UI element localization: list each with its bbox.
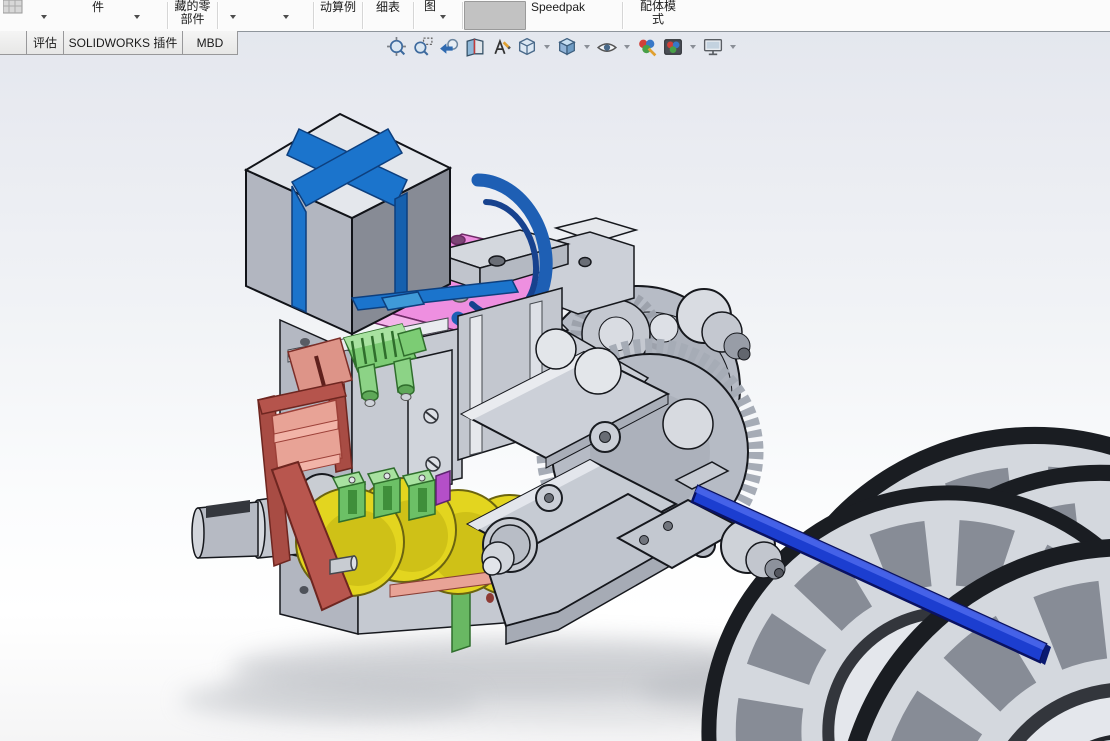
ribbon-dropdown-5[interactable]: [440, 15, 446, 19]
ribbon-dropdown-3[interactable]: [230, 15, 236, 19]
insert-components-button[interactable]: 件: [80, 1, 116, 14]
ribbon-separator: [217, 2, 219, 29]
exploded-view-button[interactable]: 图: [418, 0, 442, 13]
assembly-model[interactable]: [0, 31, 1110, 741]
command-manager-tabs: 评估 SOLIDWORKS 插件 MBD: [0, 31, 238, 55]
viewport-3d[interactable]: [0, 31, 1110, 741]
dropdown-caret-icon[interactable]: [584, 45, 590, 49]
apply-scene-icon[interactable]: [662, 36, 684, 58]
ribbon-dropdown-4[interactable]: [283, 15, 289, 19]
hide-show-items-icon[interactable]: [596, 36, 618, 58]
tab-partial[interactable]: [0, 31, 27, 55]
ribbon-dropdown-2[interactable]: [134, 15, 140, 19]
ribbon-separator: [413, 2, 415, 29]
tab-solidworks-addins[interactable]: SOLIDWORKS 插件: [63, 31, 183, 55]
view-orientation-icon[interactable]: [516, 36, 538, 58]
green-clamps[interactable]: [331, 467, 437, 523]
purple-spacer[interactable]: [435, 469, 451, 507]
active-ribbon-button[interactable]: [464, 1, 526, 30]
bom-button[interactable]: 细表: [364, 1, 412, 14]
command-manager-ribbon: 件 藏的零 部件 动算例 细表 图 Speedpak 配体模式: [0, 0, 1110, 32]
view-settings-icon[interactable]: [702, 36, 724, 58]
ribbon-separator: [622, 2, 624, 29]
zoom-to-fit-icon[interactable]: [386, 36, 408, 58]
dropdown-caret-icon[interactable]: [730, 45, 736, 49]
tab-mbd[interactable]: MBD: [182, 31, 238, 55]
motion-table-icon[interactable]: [3, 0, 23, 14]
dynamic-annotation-views-icon[interactable]: [490, 36, 512, 58]
section-view-icon[interactable]: [464, 36, 486, 58]
edit-appearance-icon[interactable]: [636, 36, 658, 58]
large-assembly-mode-button[interactable]: 配体模式: [630, 0, 686, 26]
red-plug: [486, 593, 494, 603]
tab-evaluate[interactable]: 评估: [26, 31, 64, 55]
speedpak-button[interactable]: Speedpak: [528, 1, 588, 14]
show-hidden-components-button[interactable]: 藏的零 部件: [168, 0, 217, 26]
display-style-icon[interactable]: [556, 36, 578, 58]
dropdown-caret-icon[interactable]: [624, 45, 630, 49]
zoom-to-area-icon[interactable]: [412, 36, 434, 58]
dropdown-caret-icon[interactable]: [544, 45, 550, 49]
dropdown-caret-icon[interactable]: [690, 45, 696, 49]
heads-up-view-toolbar: [386, 36, 738, 58]
solidworks-window: 件 藏的零 部件 动算例 细表 图 Speedpak 配体模式 评估 SOLIDW…: [0, 0, 1110, 741]
motion-study-button[interactable]: 动算例: [315, 1, 361, 14]
ribbon-dropdown-1[interactable]: [41, 15, 47, 19]
previous-view-icon[interactable]: [438, 36, 460, 58]
